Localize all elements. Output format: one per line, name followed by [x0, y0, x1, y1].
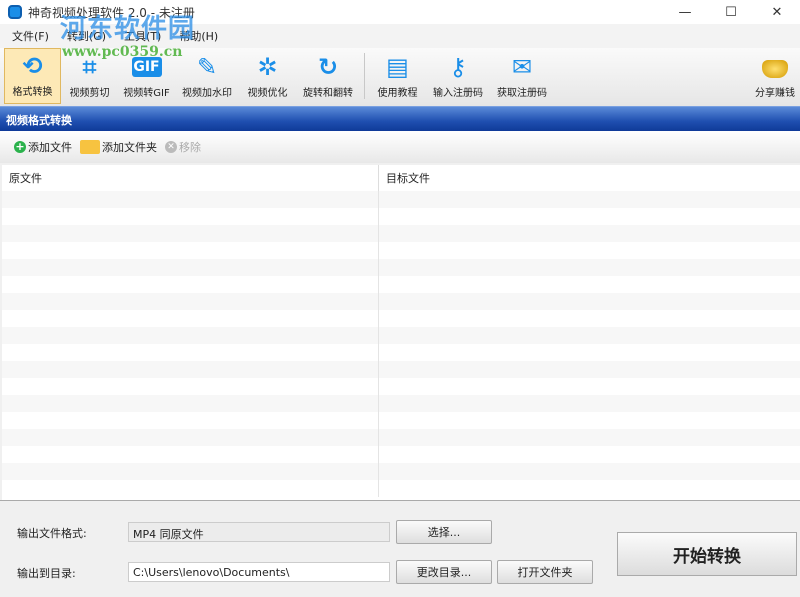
app-icon [8, 5, 22, 19]
table-row [2, 242, 800, 259]
close-button[interactable]: ✕ [754, 0, 800, 24]
minimize-button[interactable]: — [662, 0, 708, 24]
share-label: 分享赚钱 [755, 88, 795, 99]
column-source[interactable]: 原文件 [2, 165, 379, 191]
file-list[interactable]: 原文件 目标文件 [2, 165, 800, 500]
table-row [2, 310, 800, 327]
table-row [2, 293, 800, 310]
table-row [2, 361, 800, 378]
table-row [2, 446, 800, 463]
convert-icon: ⟲ [22, 52, 43, 80]
table-row [2, 327, 800, 344]
table-row [2, 378, 800, 395]
table-row [2, 191, 800, 208]
gift-icon: ✉ [511, 53, 533, 81]
table-row [2, 480, 800, 497]
open-folder-button[interactable]: 打开文件夹 [497, 560, 593, 584]
tool-format-convert[interactable]: ⟲ 格式转换 [4, 48, 61, 104]
table-row [2, 225, 800, 242]
folder-add-icon [80, 140, 100, 154]
watermark-url: www.pc0359.cn [62, 44, 183, 60]
change-dir-button[interactable]: 更改目录... [396, 560, 492, 584]
tool-optimize[interactable]: ✲ 视频优化 [239, 48, 296, 104]
tool-get-code[interactable]: ✉ 获取注册码 [490, 48, 554, 104]
table-row [2, 208, 800, 225]
output-panel: 输出文件格式: MP4 同原文件 选择... 输出到目录: C:\Users\l… [0, 500, 800, 597]
share-earn-button[interactable]: 分享赚钱 [750, 48, 800, 104]
tool-label: 输入注册码 [433, 88, 483, 99]
add-folder-label: 添加文件夹 [102, 141, 157, 154]
add-file-button[interactable]: + 添加文件 [14, 139, 72, 155]
select-format-button[interactable]: 选择... [396, 520, 492, 544]
rotate-icon: ↻ [317, 53, 339, 81]
toolbar-divider [364, 53, 365, 99]
tool-rotate-flip[interactable]: ↻ 旋转和翻转 [296, 48, 360, 104]
tool-label: 旋转和翻转 [303, 88, 353, 99]
menu-file[interactable]: 文件(F) [12, 28, 49, 44]
maximize-button[interactable]: ☐ [708, 0, 754, 24]
key-icon: ⚷ [449, 53, 467, 81]
tool-label: 视频加水印 [182, 88, 232, 99]
watermark-logo: 河东软件园 [60, 14, 196, 44]
remove-button[interactable]: ✕ 移除 [165, 139, 201, 155]
book-icon: ▤ [386, 53, 409, 81]
add-folder-button[interactable]: 添加文件夹 [80, 139, 157, 155]
start-convert-button[interactable]: 开始转换 [617, 532, 797, 576]
format-field: MP4 同原文件 [128, 522, 390, 542]
table-row [2, 395, 800, 412]
tool-label: 视频优化 [247, 88, 288, 99]
tool-label: 视频转GIF [123, 88, 170, 99]
tool-enter-code[interactable]: ⚷ 输入注册码 [426, 48, 490, 104]
brush-icon: ✎ [196, 53, 218, 81]
table-row [2, 259, 800, 276]
remove-label: 移除 [179, 141, 201, 154]
column-target[interactable]: 目标文件 [379, 170, 430, 186]
table-row [2, 429, 800, 446]
gif-icon: GIF [131, 57, 162, 77]
sparkle-icon: ✲ [257, 53, 278, 81]
tool-label: 格式转换 [12, 87, 53, 98]
gold-ingot-icon [762, 60, 788, 78]
format-label: 输出文件格式: [17, 527, 87, 540]
tool-label: 获取注册码 [497, 88, 547, 99]
tool-label: 视频剪切 [69, 88, 110, 99]
add-file-label: 添加文件 [28, 141, 72, 154]
table-row [2, 463, 800, 480]
table-row [2, 412, 800, 429]
tool-watermark[interactable]: ✎ 视频加水印 [175, 48, 239, 104]
file-toolbar: + 添加文件 添加文件夹 ✕ 移除 [0, 131, 800, 163]
table-row [2, 344, 800, 361]
tool-tutorial[interactable]: ▤ 使用教程 [369, 48, 426, 104]
tool-label: 使用教程 [377, 88, 418, 99]
remove-icon: ✕ [165, 141, 177, 153]
output-dir-input[interactable]: C:\Users\lenovo\Documents\ [128, 562, 390, 582]
table-row [2, 276, 800, 293]
add-file-icon: + [14, 140, 26, 153]
dir-label: 输出到目录: [17, 567, 76, 580]
section-title: 视频格式转换 [0, 106, 800, 131]
